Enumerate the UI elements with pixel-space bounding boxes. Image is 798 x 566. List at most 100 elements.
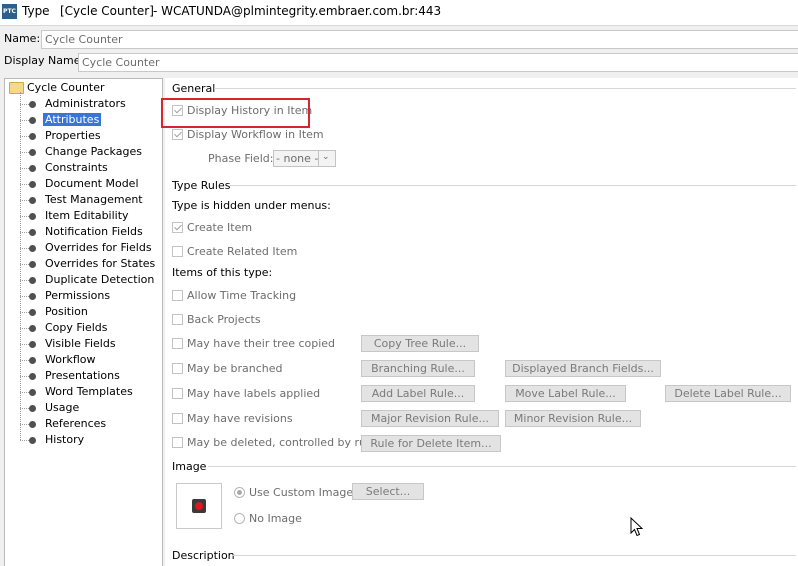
checkbox-icon[interactable] bbox=[172, 413, 183, 424]
tree-item-word-templates[interactable]: Word Templates bbox=[45, 384, 133, 400]
labels-label: May have labels applied bbox=[187, 387, 321, 400]
labels-checkbox[interactable]: May have labels applied bbox=[172, 386, 320, 402]
tree-item-notification-fields[interactable]: Notification Fields bbox=[45, 224, 143, 240]
phase-field-select[interactable]: - none - ⌄ bbox=[273, 150, 336, 167]
tree-item-item-editability[interactable]: Item Editability bbox=[45, 208, 129, 224]
window-title-name: [Cycle Counter] bbox=[60, 4, 154, 18]
checkbox-icon[interactable] bbox=[172, 338, 183, 349]
checkbox-icon[interactable] bbox=[172, 388, 183, 399]
copy-tree-rule-button[interactable]: Copy Tree Rule... bbox=[361, 335, 479, 352]
tree-item-label: Administrators bbox=[45, 97, 126, 110]
branching-rule-button[interactable]: Branching Rule... bbox=[361, 360, 475, 377]
tree-item-usage[interactable]: Usage bbox=[45, 400, 79, 416]
create-related-item-checkbox[interactable]: Create Related Item bbox=[172, 244, 297, 260]
image-separator bbox=[208, 466, 796, 467]
tree-item-presentations[interactable]: Presentations bbox=[45, 368, 120, 384]
tree-item-label: Document Model bbox=[45, 177, 139, 190]
tree-item-label: Properties bbox=[45, 129, 101, 142]
use-custom-image-radio[interactable]: Use Custom Image bbox=[234, 485, 353, 501]
tree-connector bbox=[20, 200, 29, 201]
display-workflow-checkbox[interactable]: Display Workflow in Item bbox=[172, 127, 324, 143]
checkbox-icon[interactable] bbox=[172, 437, 183, 448]
tree-copied-checkbox[interactable]: May have their tree copied bbox=[172, 336, 335, 352]
tree-connector bbox=[20, 232, 29, 233]
tree-item-copy-fields[interactable]: Copy Fields bbox=[45, 320, 108, 336]
tree-item-permissions[interactable]: Permissions bbox=[45, 288, 110, 304]
tree-connector bbox=[20, 408, 29, 409]
tree-bullet-icon bbox=[29, 197, 36, 204]
tree-connector bbox=[20, 184, 29, 185]
checkbox-icon[interactable] bbox=[172, 246, 183, 257]
tree-item-history[interactable]: History bbox=[45, 432, 84, 448]
minor-revision-rule-button[interactable]: Minor Revision Rule... bbox=[505, 410, 641, 427]
tree-item-change-packages[interactable]: Change Packages bbox=[45, 144, 142, 160]
move-label-rule-button[interactable]: Move Label Rule... bbox=[505, 385, 626, 402]
tree-root-item[interactable]: Cycle Counter bbox=[27, 80, 105, 96]
tree-connector bbox=[20, 424, 29, 425]
tree-item-administrators[interactable]: Administrators bbox=[45, 96, 126, 112]
revisions-checkbox[interactable]: May have revisions bbox=[172, 411, 293, 427]
select-image-button[interactable]: Select... bbox=[352, 483, 424, 500]
tree-bullet-icon bbox=[29, 309, 36, 316]
displayed-branch-fields-button[interactable]: Displayed Branch Fields... bbox=[505, 360, 661, 377]
general-separator bbox=[214, 88, 796, 89]
deleted-label: May be deleted, controlled by rule bbox=[187, 436, 376, 449]
tree-item-overrides-for-states[interactable]: Overrides for States bbox=[45, 256, 155, 272]
checkbox-icon[interactable] bbox=[172, 363, 183, 374]
tree-bullet-icon bbox=[29, 213, 36, 220]
tree-item-constraints[interactable]: Constraints bbox=[45, 160, 108, 176]
radio-icon[interactable] bbox=[234, 513, 245, 524]
tree-item-properties[interactable]: Properties bbox=[45, 128, 101, 144]
tree-connector bbox=[20, 216, 29, 217]
tree-item-workflow[interactable]: Workflow bbox=[45, 352, 96, 368]
allow-time-tracking-checkbox[interactable]: Allow Time Tracking bbox=[172, 288, 296, 304]
tree-item-label: Attributes bbox=[43, 113, 102, 126]
name-field[interactable]: Cycle Counter bbox=[41, 30, 798, 49]
display-name-label: Display Name: bbox=[4, 54, 85, 67]
display-name-field[interactable]: Cycle Counter bbox=[78, 53, 798, 72]
checkbox-icon[interactable] bbox=[172, 222, 183, 233]
tree-item-label: Word Templates bbox=[45, 385, 133, 398]
tree-item-overrides-for-fields[interactable]: Overrides for Fields bbox=[45, 240, 152, 256]
tree-connector bbox=[20, 168, 29, 169]
tree-item-references[interactable]: References bbox=[45, 416, 106, 432]
tree-item-label: Overrides for Fields bbox=[45, 241, 152, 254]
radio-icon[interactable] bbox=[234, 487, 245, 498]
rule-for-delete-item-button[interactable]: Rule for Delete Item... bbox=[361, 435, 501, 452]
no-image-radio[interactable]: No Image bbox=[234, 511, 302, 527]
name-label: Name: bbox=[4, 32, 41, 45]
checkbox-icon[interactable] bbox=[172, 290, 183, 301]
tree-bullet-icon bbox=[29, 341, 36, 348]
tree-connector bbox=[20, 120, 29, 121]
tree-item-label: Workflow bbox=[45, 353, 96, 366]
mouse-cursor-icon bbox=[630, 517, 644, 537]
tree-item-visible-fields[interactable]: Visible Fields bbox=[45, 336, 116, 352]
tree-item-position[interactable]: Position bbox=[45, 304, 88, 320]
tree-bullet-icon bbox=[29, 117, 36, 124]
tree-item-label: Position bbox=[45, 305, 88, 318]
create-item-checkbox[interactable]: Create Item bbox=[172, 220, 252, 236]
phase-field-value: - none - bbox=[276, 152, 319, 165]
tree-item-label: Duplicate Detection bbox=[45, 273, 155, 286]
delete-label-rule-button[interactable]: Delete Label Rule... bbox=[665, 385, 791, 402]
section-type-rules: Type Rules bbox=[172, 179, 231, 192]
tree-bullet-icon bbox=[29, 245, 36, 252]
tree-item-label: Usage bbox=[45, 401, 80, 414]
tree-item-duplicate-detection[interactable]: Duplicate Detection bbox=[45, 272, 154, 288]
branched-checkbox[interactable]: May be branched bbox=[172, 361, 282, 377]
display-workflow-label: Display Workflow in Item bbox=[187, 128, 324, 141]
type-tree[interactable]: Cycle Counter Administrators Attributes Pr… bbox=[4, 78, 163, 566]
add-label-rule-button[interactable]: Add Label Rule... bbox=[361, 385, 475, 402]
tree-item-document-model[interactable]: Document Model bbox=[45, 176, 139, 192]
tree-item-label: Permissions bbox=[45, 289, 111, 302]
tree-bullet-icon bbox=[29, 373, 36, 380]
branched-label: May be branched bbox=[187, 362, 283, 375]
tree-item-attributes[interactable]: Attributes bbox=[43, 112, 102, 128]
checkbox-icon[interactable] bbox=[172, 314, 183, 325]
tree-item-test-management[interactable]: Test Management bbox=[45, 192, 143, 208]
checkbox-icon[interactable] bbox=[172, 129, 183, 140]
tree-item-label: Presentations bbox=[45, 369, 120, 382]
major-revision-rule-button[interactable]: Major Revision Rule... bbox=[361, 410, 499, 427]
deleted-checkbox[interactable]: May be deleted, controlled by rule bbox=[172, 435, 376, 451]
back-projects-checkbox[interactable]: Back Projects bbox=[172, 312, 261, 328]
